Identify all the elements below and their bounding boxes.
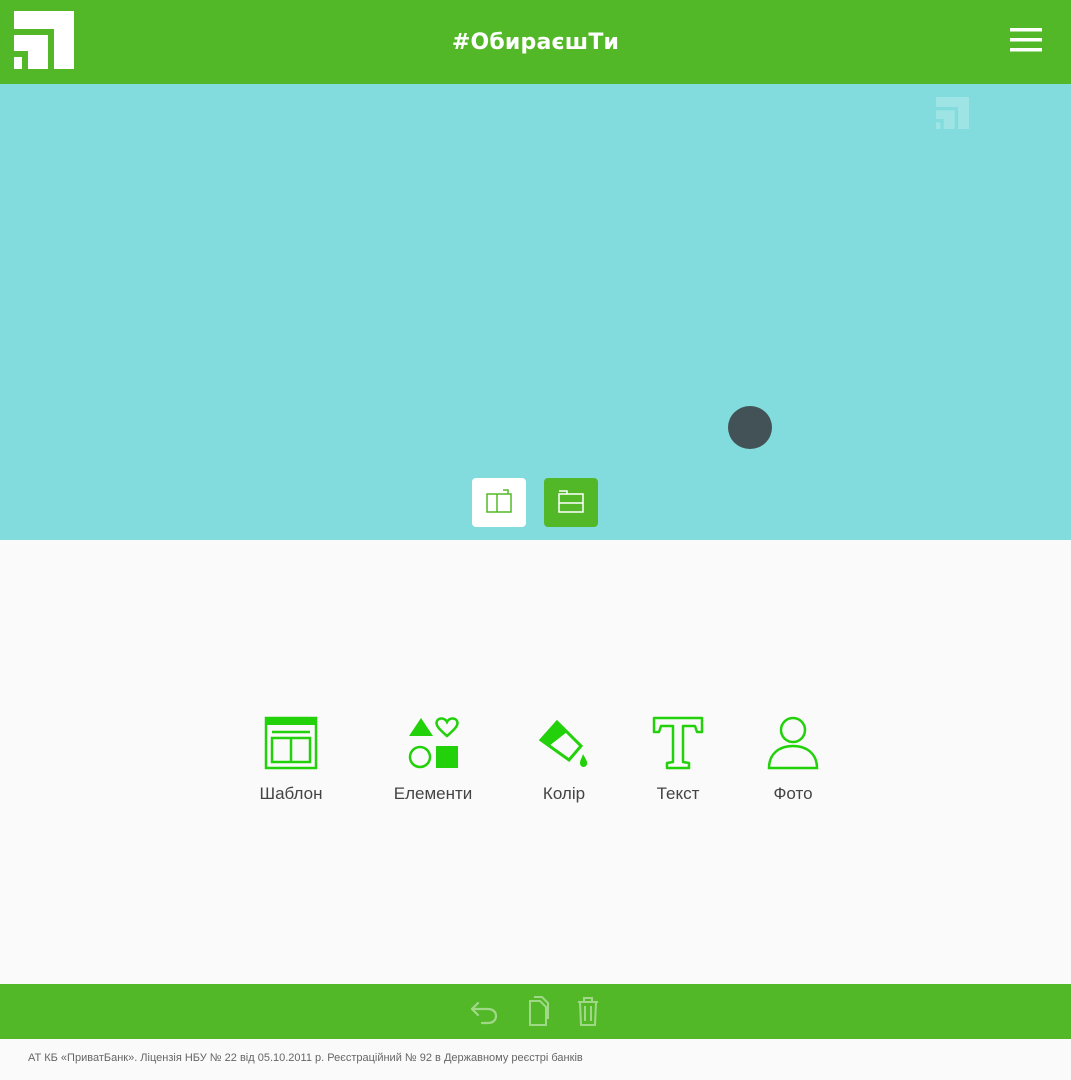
trash-icon[interactable]	[572, 995, 604, 1027]
landscape-orientation-button[interactable]	[544, 478, 598, 527]
tool-elements-label: Елементи	[393, 784, 473, 803]
legal-footer-text: АТ КБ «ПриватБанк». Ліцензія НБУ № 22 ві…	[28, 1052, 583, 1064]
tool-text-label: Текст	[656, 784, 700, 803]
template-icon	[264, 716, 318, 770]
page-title: #ОбираєшТи	[451, 30, 620, 55]
portrait-orientation-icon	[486, 489, 512, 513]
editor-toolbar: Шаблон Елементи Колір Текст Фото	[0, 700, 1071, 820]
tool-color-button[interactable]: Колір	[509, 716, 619, 816]
landscape-orientation-icon	[558, 490, 584, 513]
tool-template-button[interactable]: Шаблон	[236, 716, 346, 816]
tool-template-label: Шаблон	[259, 784, 323, 803]
tool-text-button[interactable]: Текст	[623, 716, 733, 816]
design-canvas[interactable]	[0, 84, 1071, 540]
touch-cursor-indicator	[728, 406, 772, 449]
elements-icon	[408, 717, 459, 769]
tool-color-label: Колір	[542, 784, 586, 803]
privatbank-watermark-icon	[936, 97, 969, 129]
hamburger-menu-icon[interactable]	[1008, 25, 1050, 61]
tool-photo-button[interactable]: Фото	[738, 716, 848, 816]
text-icon	[652, 716, 704, 770]
person-photo-icon	[767, 716, 819, 770]
portrait-orientation-button[interactable]	[472, 478, 526, 527]
tool-elements-button[interactable]: Елементи	[378, 716, 488, 816]
header-bar: #ОбираєшТи	[0, 0, 1071, 84]
action-bar	[0, 984, 1071, 1039]
tool-photo-label: Фото	[773, 784, 813, 803]
paint-bucket-icon	[538, 719, 588, 767]
undo-icon[interactable]	[468, 995, 500, 1027]
copy-icon[interactable]	[520, 995, 552, 1027]
app-frame: #ОбираєшТи Шаблон Елементи Колір Текст Ф…	[0, 0, 1071, 1080]
